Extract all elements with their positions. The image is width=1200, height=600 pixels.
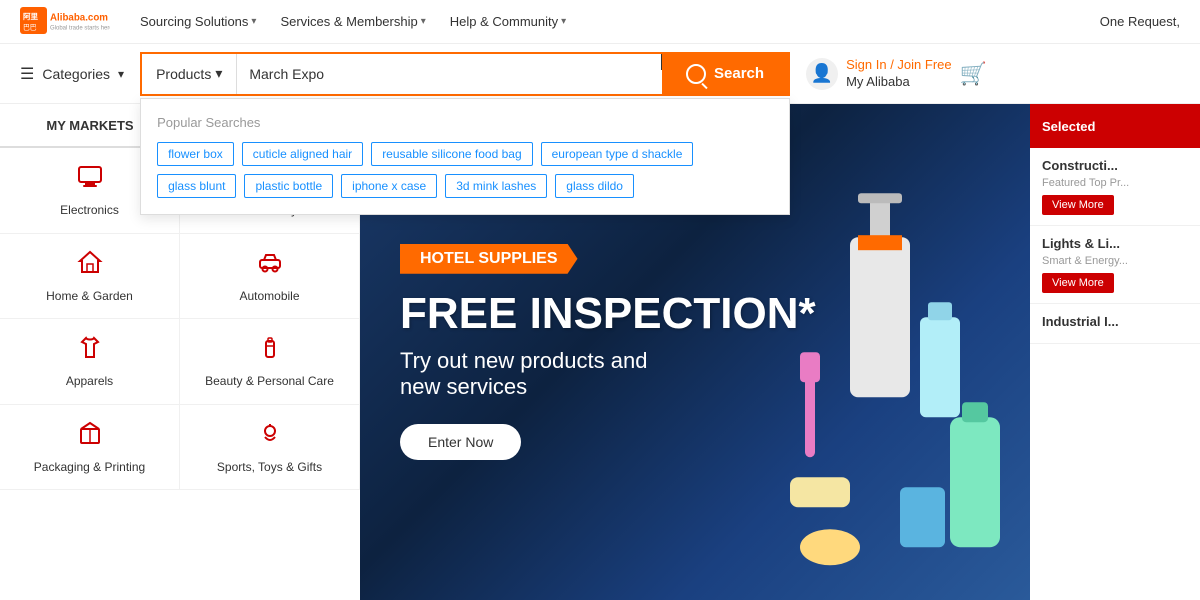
popular-tags: flower box cuticle aligned hair reusable… bbox=[157, 142, 773, 198]
chevron-icon: ▾ bbox=[421, 16, 426, 27]
tag-plastic-bottle[interactable]: plastic bottle bbox=[244, 174, 333, 198]
sidebar-item-automobile[interactable]: Automobile bbox=[180, 234, 360, 320]
logo-area: 阿里 巴巴 Alibaba.com Global trade starts he… bbox=[20, 4, 110, 40]
tag-cuticle-aligned-hair[interactable]: cuticle aligned hair bbox=[242, 142, 363, 166]
svg-text:阿里: 阿里 bbox=[23, 12, 38, 21]
right-panel-sub-0: Featured Top Pr... bbox=[1042, 177, 1188, 189]
right-panel-sub-1: Smart & Energy... bbox=[1042, 255, 1188, 267]
search-type-button[interactable]: Products ▾ bbox=[142, 54, 237, 94]
chevron-down-icon: ▾ bbox=[215, 65, 222, 82]
automobile-icon bbox=[256, 248, 284, 283]
svg-text:Alibaba.com: Alibaba.com bbox=[50, 12, 108, 23]
right-panel-title-0: Constructi... bbox=[1042, 158, 1188, 173]
enter-now-button[interactable]: Enter Now bbox=[400, 424, 521, 460]
tag-iphone-x-case[interactable]: iphone x case bbox=[341, 174, 437, 198]
beauty-personal-care-label: Beauty & Personal Care bbox=[205, 374, 334, 390]
beauty-personal-care-icon bbox=[256, 333, 284, 368]
sign-in-link[interactable]: Sign In bbox=[846, 57, 886, 72]
search-box: Products ▾ Search bbox=[140, 52, 790, 96]
cart-icon[interactable]: 🛒 bbox=[960, 61, 987, 87]
tag-reusable-silicone-food-bag[interactable]: reusable silicone food bag bbox=[371, 142, 532, 166]
right-panel-item-2: Industrial I... bbox=[1030, 304, 1200, 344]
user-area: 👤 Sign In / Join Free My Alibaba 🛒 bbox=[806, 57, 987, 91]
top-nav: 阿里 巴巴 Alibaba.com Global trade starts he… bbox=[0, 0, 1200, 44]
join-free-link[interactable]: Join Free bbox=[897, 57, 951, 72]
banner-products-illustration bbox=[750, 154, 1030, 600]
apparels-label: Apparels bbox=[66, 374, 113, 390]
view-more-button-0[interactable]: View More bbox=[1042, 195, 1114, 215]
user-avatar-icon: 👤 bbox=[806, 58, 838, 90]
search-button[interactable]: Search bbox=[662, 54, 788, 94]
search-container: Products ▾ Search Popular Searches flowe… bbox=[140, 52, 790, 96]
chevron-down-icon: ▾ bbox=[118, 67, 124, 81]
sidebar-item-beauty-personal-care[interactable]: Beauty & Personal Care bbox=[180, 319, 360, 405]
search-input[interactable] bbox=[237, 54, 660, 94]
packaging-printing-icon bbox=[76, 419, 104, 454]
hotel-tag: HOTEL SUPPLIES bbox=[400, 244, 578, 274]
tag-european-type-d-shackle[interactable]: european type d shackle bbox=[541, 142, 694, 166]
packaging-printing-label: Packaging & Printing bbox=[34, 460, 145, 476]
chevron-icon: ▾ bbox=[561, 16, 566, 27]
tag-glass-dildo[interactable]: glass dildo bbox=[555, 174, 634, 198]
home-garden-label: Home & Garden bbox=[46, 289, 133, 305]
right-panel: Selected Constructi... Featured Top Pr..… bbox=[1030, 104, 1200, 600]
sign-in-text: Sign In / Join Free My Alibaba bbox=[846, 57, 952, 91]
my-alibaba-link[interactable]: My Alibaba bbox=[846, 74, 952, 91]
tag-flower-box[interactable]: flower box bbox=[157, 142, 234, 166]
popular-searches-label: Popular Searches bbox=[157, 115, 773, 130]
svg-text:巴巴: 巴巴 bbox=[23, 23, 37, 31]
hamburger-icon: ☰ bbox=[20, 64, 34, 84]
search-bar-row: ☰ Categories ▾ Products ▾ Search Popular… bbox=[0, 44, 1200, 104]
right-panel-header: Selected bbox=[1030, 104, 1200, 148]
right-panel-title-2: Industrial I... bbox=[1042, 314, 1188, 329]
home-garden-icon bbox=[76, 248, 104, 283]
right-panel-title-1: Lights & Li... bbox=[1042, 236, 1188, 251]
search-icon bbox=[686, 64, 706, 84]
right-panel-item-0: Constructi... Featured Top Pr... View Mo… bbox=[1030, 148, 1200, 226]
top-nav-links: Sourcing Solutions ▾ Services & Membersh… bbox=[140, 14, 1100, 29]
help-community-link[interactable]: Help & Community ▾ bbox=[450, 14, 566, 29]
sidebar-item-apparels[interactable]: Apparels bbox=[0, 319, 180, 405]
svg-text:Global trade starts here.: Global trade starts here. bbox=[50, 25, 110, 31]
sidebar-item-home-garden[interactable]: Home & Garden bbox=[0, 234, 180, 320]
tag-3d-mink-lashes[interactable]: 3d mink lashes bbox=[445, 174, 547, 198]
chevron-icon: ▾ bbox=[251, 16, 256, 27]
sidebar-item-sports-toys-gifts[interactable]: Sports, Toys & Gifts bbox=[180, 405, 360, 491]
tag-glass-blunt[interactable]: glass blunt bbox=[157, 174, 236, 198]
sourcing-solutions-link[interactable]: Sourcing Solutions ▾ bbox=[140, 14, 256, 29]
electronics-icon bbox=[76, 162, 104, 197]
sports-toys-gifts-label: Sports, Toys & Gifts bbox=[217, 460, 322, 476]
sports-toys-gifts-icon bbox=[256, 419, 284, 454]
search-dropdown: Popular Searches flower box cuticle alig… bbox=[140, 98, 790, 215]
automobile-label: Automobile bbox=[239, 289, 299, 305]
electronics-label: Electronics bbox=[60, 203, 119, 219]
right-panel-item-1: Lights & Li... Smart & Energy... View Mo… bbox=[1030, 226, 1200, 304]
services-membership-link[interactable]: Services & Membership ▾ bbox=[280, 14, 425, 29]
sidebar-item-packaging-printing[interactable]: Packaging & Printing bbox=[0, 405, 180, 491]
apparels-icon bbox=[76, 333, 104, 368]
view-more-button-1[interactable]: View More bbox=[1042, 273, 1114, 293]
top-nav-right: One Request, bbox=[1100, 14, 1180, 29]
categories-button[interactable]: ☰ Categories ▾ bbox=[20, 64, 124, 84]
